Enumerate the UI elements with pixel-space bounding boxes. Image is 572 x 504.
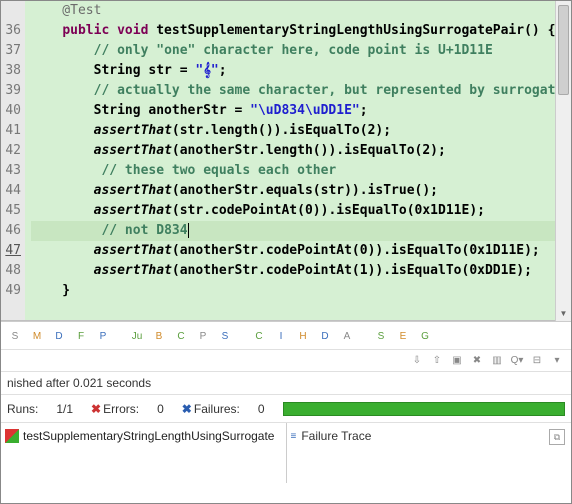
editor-scrollbar[interactable]: ▲ ▼: [555, 1, 571, 321]
toolbar-icon[interactable]: H: [295, 329, 311, 345]
toolbar-icon[interactable]: P: [195, 329, 211, 345]
junit-toolbar-icon[interactable]: ⇧: [429, 352, 445, 368]
test-tree-pane[interactable]: testSupplementaryStringLengthUsingSurrog…: [1, 423, 287, 483]
editor-pane: 3637383940414243444546474849 @Test publi…: [1, 1, 571, 321]
code-line[interactable]: // only "one" character here, code point…: [31, 41, 571, 61]
line-number: 37: [5, 41, 21, 61]
test-item[interactable]: testSupplementaryStringLengthUsingSurrog…: [5, 429, 282, 443]
junit-toolbar-icon[interactable]: ▥: [489, 352, 505, 368]
toolbar-icon[interactable]: S: [373, 329, 389, 345]
line-number: [5, 1, 21, 21]
toolbar-icon[interactable]: I: [273, 329, 289, 345]
scroll-down-icon[interactable]: ▼: [556, 307, 571, 321]
toolbar-icon[interactable]: G: [417, 329, 433, 345]
code-line[interactable]: // these two equals each other: [31, 161, 571, 181]
perspective-toolbar: SMDFPJuBCPSCIHDASEG: [1, 322, 571, 350]
line-number: 41: [5, 121, 21, 141]
line-number: 38: [5, 61, 21, 81]
toolbar-icon[interactable]: C: [173, 329, 189, 345]
code-line[interactable]: // not D834: [31, 221, 571, 241]
runs-label: Runs:: [7, 402, 38, 416]
code-line[interactable]: @Test: [31, 1, 571, 21]
toolbar-icon[interactable]: Ju: [129, 329, 145, 345]
error-icon: ✖: [91, 402, 101, 416]
code-line[interactable]: String anotherStr = "\uD834\uDD1E";: [31, 101, 571, 121]
line-number: 48: [5, 261, 21, 281]
code-editor[interactable]: 3637383940414243444546474849 @Test publi…: [1, 1, 571, 321]
lower-panel: SMDFPJuBCPSCIHDASEG ⇩⇧▣✖▥Q▾⊟▾ nished aft…: [1, 321, 571, 483]
line-number: 40: [5, 101, 21, 121]
toolbar-icon[interactable]: S: [217, 329, 233, 345]
junit-toolbar: ⇩⇧▣✖▥Q▾⊟▾: [1, 350, 571, 372]
code-line[interactable]: assertThat(anotherStr.length()).isEqualT…: [31, 141, 571, 161]
line-number: 46: [5, 221, 21, 241]
results-panes: testSupplementaryStringLengthUsingSurrog…: [1, 423, 571, 483]
compare-button[interactable]: ⧉: [549, 429, 565, 445]
toolbar-icon[interactable]: E: [395, 329, 411, 345]
line-number: 42: [5, 141, 21, 161]
junit-toolbar-icon[interactable]: ✖: [469, 352, 485, 368]
test-progress-bar: [283, 402, 565, 416]
line-number: 44: [5, 181, 21, 201]
junit-toolbar-icon[interactable]: ⇩: [409, 352, 425, 368]
code-line[interactable]: assertThat(anotherStr.codePointAt(1)).is…: [31, 261, 571, 281]
failures-value: 0: [258, 402, 265, 416]
test-name: testSupplementaryStringLengthUsingSurrog…: [23, 429, 274, 443]
scroll-thumb[interactable]: [558, 5, 569, 95]
code-line[interactable]: assertThat(anotherStr.codePointAt(0)).is…: [31, 241, 571, 261]
code-line[interactable]: assertThat(str.codePointAt(0)).isEqualTo…: [31, 201, 571, 221]
toolbar-icon[interactable]: F: [73, 329, 89, 345]
failure-icon: ✖: [182, 402, 192, 416]
errors-value: 0: [157, 402, 164, 416]
line-number: 49: [5, 281, 21, 301]
toolbar-icon[interactable]: S: [7, 329, 23, 345]
runs-bar: Runs: 1/1 ✖Errors: 0 ✖Failures: 0: [1, 395, 571, 423]
line-number: 39: [5, 81, 21, 101]
toolbar-icon[interactable]: A: [339, 329, 355, 345]
code-line[interactable]: assertThat(str.length()).isEqualTo(2);: [31, 121, 571, 141]
junit-toolbar-icon[interactable]: ▣: [449, 352, 465, 368]
errors-label: Errors:: [103, 402, 139, 416]
toolbar-icon[interactable]: C: [251, 329, 267, 345]
toolbar-icon[interactable]: P: [95, 329, 111, 345]
toolbar-icon[interactable]: M: [29, 329, 45, 345]
line-gutter: 3637383940414243444546474849: [1, 1, 25, 320]
code-line[interactable]: String str = "𝄞";: [31, 61, 571, 81]
code-line[interactable]: public void testSupplementaryStringLengt…: [31, 21, 571, 41]
line-number: 43: [5, 161, 21, 181]
failure-trace-label: Failure Trace: [301, 429, 371, 443]
stack-trace-icon: ≡: [291, 431, 296, 442]
runs-value: 1/1: [56, 402, 73, 416]
line-number: 47: [5, 241, 21, 261]
failure-trace-pane[interactable]: ≡ Failure Trace ⧉: [287, 423, 572, 483]
junit-toolbar-icon[interactable]: ⊟: [529, 352, 545, 368]
toolbar-icon[interactable]: D: [51, 329, 67, 345]
line-number: 45: [5, 201, 21, 221]
failures-label: Failures:: [194, 402, 240, 416]
code-line[interactable]: // actually the same character, but repr…: [31, 81, 571, 101]
junit-toolbar-icon[interactable]: Q▾: [509, 352, 525, 368]
code-area[interactable]: @Test public void testSupplementaryStrin…: [25, 1, 571, 320]
code-line[interactable]: assertThat(anotherStr.equals(str)).isTru…: [31, 181, 571, 201]
status-text: nished after 0.021 seconds: [7, 376, 151, 390]
junit-toolbar-icon[interactable]: ▾: [549, 352, 565, 368]
toolbar-icon[interactable]: D: [317, 329, 333, 345]
status-line: nished after 0.021 seconds: [1, 372, 571, 395]
junit-test-icon: [5, 429, 19, 443]
line-number: 36: [5, 21, 21, 41]
code-line[interactable]: }: [31, 281, 571, 301]
toolbar-icon[interactable]: B: [151, 329, 167, 345]
